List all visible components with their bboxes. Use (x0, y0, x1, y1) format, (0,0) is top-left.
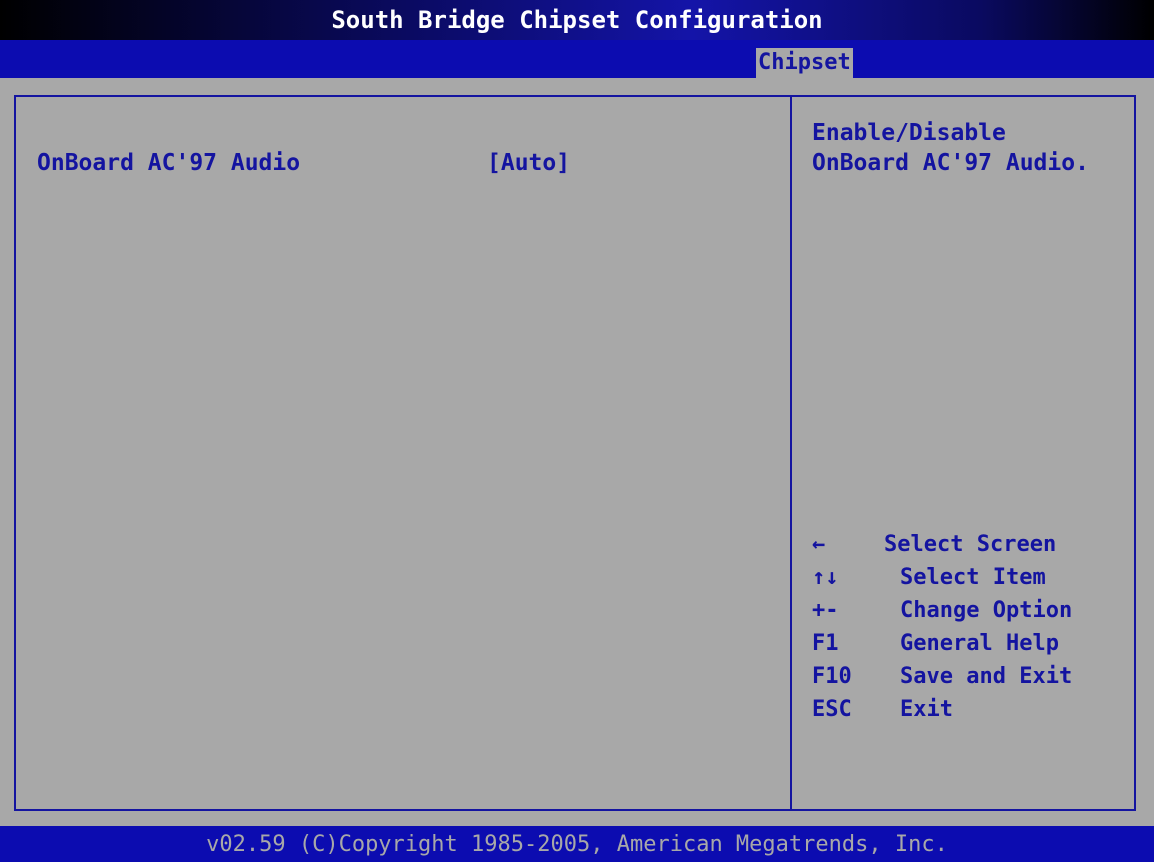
tab-chipset[interactable]: Chipset (756, 48, 853, 78)
onboard-audio-label[interactable]: OnBoard AC'97 Audio (37, 150, 300, 176)
key-row-general-help: F1 General Help (812, 627, 1132, 660)
key-f1: F1 (812, 631, 839, 656)
key-f10: F10 (812, 664, 852, 689)
panel-divider (790, 95, 792, 811)
help-panel: Enable/Disable OnBoard AC'97 Audio. (812, 118, 1132, 178)
key-legend: ← Select Screen ↑↓ Select Item +- Change… (812, 528, 1132, 726)
key-action-label: Select Item (900, 565, 1046, 590)
key-esc: ESC (812, 697, 852, 722)
tab-bar (0, 40, 1154, 78)
key-row-save-exit: F10 Save and Exit (812, 660, 1132, 693)
key-action-label: Change Option (900, 598, 1073, 623)
key-action-label: Exit (900, 697, 953, 722)
page-title: South Bridge Chipset Configuration (331, 6, 823, 34)
plus-minus-icon: +- (812, 598, 839, 623)
footer-bar: v02.59 (C)Copyright 1985-2005, American … (0, 826, 1154, 862)
key-row-select-screen: ← Select Screen (812, 528, 1132, 561)
onboard-audio-value[interactable]: [Auto] (487, 150, 570, 176)
left-arrow-icon: ← (812, 532, 826, 557)
key-action-label: Select Screen (884, 532, 1057, 557)
help-line: Enable/Disable (812, 120, 1006, 146)
copyright-text: v02.59 (C)Copyright 1985-2005, American … (206, 831, 948, 857)
key-row-select-item: ↑↓ Select Item (812, 561, 1132, 594)
key-action-label: Save and Exit (900, 664, 1073, 689)
key-action-label: General Help (900, 631, 1059, 656)
title-bar: South Bridge Chipset Configuration (0, 0, 1154, 40)
key-row-exit: ESC Exit (812, 693, 1132, 726)
help-line: OnBoard AC'97 Audio. (812, 150, 1089, 176)
up-down-arrow-icon: ↑↓ (812, 565, 839, 590)
key-row-change-option: +- Change Option (812, 594, 1132, 627)
